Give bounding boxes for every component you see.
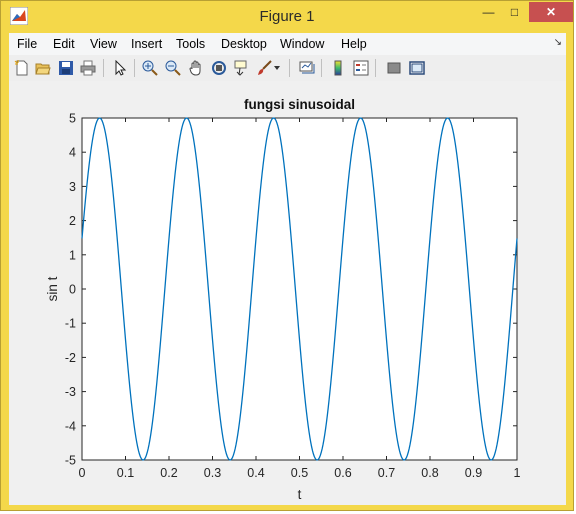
menu-edit[interactable]: Edit: [53, 37, 75, 51]
menu-help[interactable]: Help: [341, 37, 367, 51]
x-tick-label: 0.1: [117, 466, 134, 480]
x-tick-label: 0.4: [247, 466, 264, 480]
figure-window: Figure 1 — □ ✕ File Edit View Insert Too…: [0, 0, 574, 511]
y-tick-label: -2: [65, 351, 76, 365]
x-tick-label: 0: [79, 466, 86, 480]
y-tick-label: -3: [65, 385, 76, 399]
figure-client: File Edit View Insert Tools Desktop Wind…: [9, 33, 566, 505]
toolbar-separator: [134, 59, 135, 77]
toolbar-separator: [289, 59, 290, 77]
plot-title: fungsi sinusoidal: [244, 97, 355, 112]
x-tick-label: 0.3: [204, 466, 221, 480]
y-tick-label: -1: [65, 317, 76, 331]
hide-plot-tools-icon[interactable]: [384, 58, 404, 78]
y-tick-label: 4: [69, 146, 76, 160]
pan-hand-icon[interactable]: [186, 58, 206, 78]
x-axis-label: t: [298, 487, 302, 502]
edit-plot-arrow-icon[interactable]: [110, 58, 130, 78]
y-tick-label: 5: [69, 112, 76, 126]
maximize-button[interactable]: □: [501, 2, 528, 22]
open-file-icon[interactable]: [33, 58, 53, 78]
colorbar-icon[interactable]: [328, 58, 348, 78]
y-tick-label: 3: [69, 180, 76, 194]
x-tick-label: 0.2: [160, 466, 177, 480]
save-icon[interactable]: [56, 58, 76, 78]
x-tick-label: 0.6: [334, 466, 351, 480]
figure-canvas[interactable]: fungsi sinusoidal 0 0.1 0.2 0.3 0.4 0.5 0.6 0.7…: [9, 81, 566, 505]
toolbar-separator: [321, 59, 322, 77]
data-cursor-icon[interactable]: [232, 58, 252, 78]
title-bar[interactable]: Figure 1 — □ ✕: [1, 1, 573, 33]
print-icon[interactable]: [78, 58, 98, 78]
x-tick-label: 0.8: [421, 466, 438, 480]
axes-box[interactable]: [81, 117, 518, 461]
y-tick-label: -4: [65, 419, 76, 433]
brush-icon[interactable]: [254, 58, 274, 78]
dock-arrow-icon[interactable]: ↘: [554, 37, 562, 48]
menu-view[interactable]: View: [90, 37, 117, 51]
x-tick-label: 0.9: [465, 466, 482, 480]
new-figure-icon[interactable]: [12, 58, 32, 78]
figure-toolbar: [9, 55, 566, 82]
y-tick-label: 2: [69, 214, 76, 228]
show-plot-tools-icon[interactable]: [407, 58, 427, 78]
menu-insert[interactable]: Insert: [131, 37, 162, 51]
zoom-out-icon[interactable]: [163, 58, 183, 78]
legend-icon[interactable]: [351, 58, 371, 78]
y-tick-label: 0: [69, 283, 76, 297]
y-axis-label: sin t: [45, 276, 60, 301]
y-tick-label: -5: [65, 454, 76, 468]
close-button[interactable]: ✕: [529, 2, 573, 22]
menu-file[interactable]: File: [17, 37, 37, 51]
toolbar-separator: [103, 59, 104, 77]
menu-window[interactable]: Window: [280, 37, 324, 51]
minimize-button[interactable]: —: [475, 2, 502, 22]
y-tick-label: 1: [69, 248, 76, 262]
sine-plot[interactable]: fungsi sinusoidal 0 0.1 0.2 0.3 0.4 0.5 0.6 0.7…: [9, 81, 566, 505]
x-tick-label: 0.7: [378, 466, 395, 480]
menu-desktop[interactable]: Desktop: [221, 37, 267, 51]
rotate-3d-icon[interactable]: [209, 58, 229, 78]
menu-tools[interactable]: Tools: [176, 37, 205, 51]
toolbar-separator: [375, 59, 376, 77]
menu-bar: File Edit View Insert Tools Desktop Wind…: [9, 33, 566, 55]
brush-dropdown-icon[interactable]: [272, 58, 282, 78]
link-plot-icon[interactable]: [297, 58, 317, 78]
x-tick-label: 0.5: [291, 466, 308, 480]
zoom-in-icon[interactable]: [140, 58, 160, 78]
x-tick-label: 1: [514, 466, 521, 480]
